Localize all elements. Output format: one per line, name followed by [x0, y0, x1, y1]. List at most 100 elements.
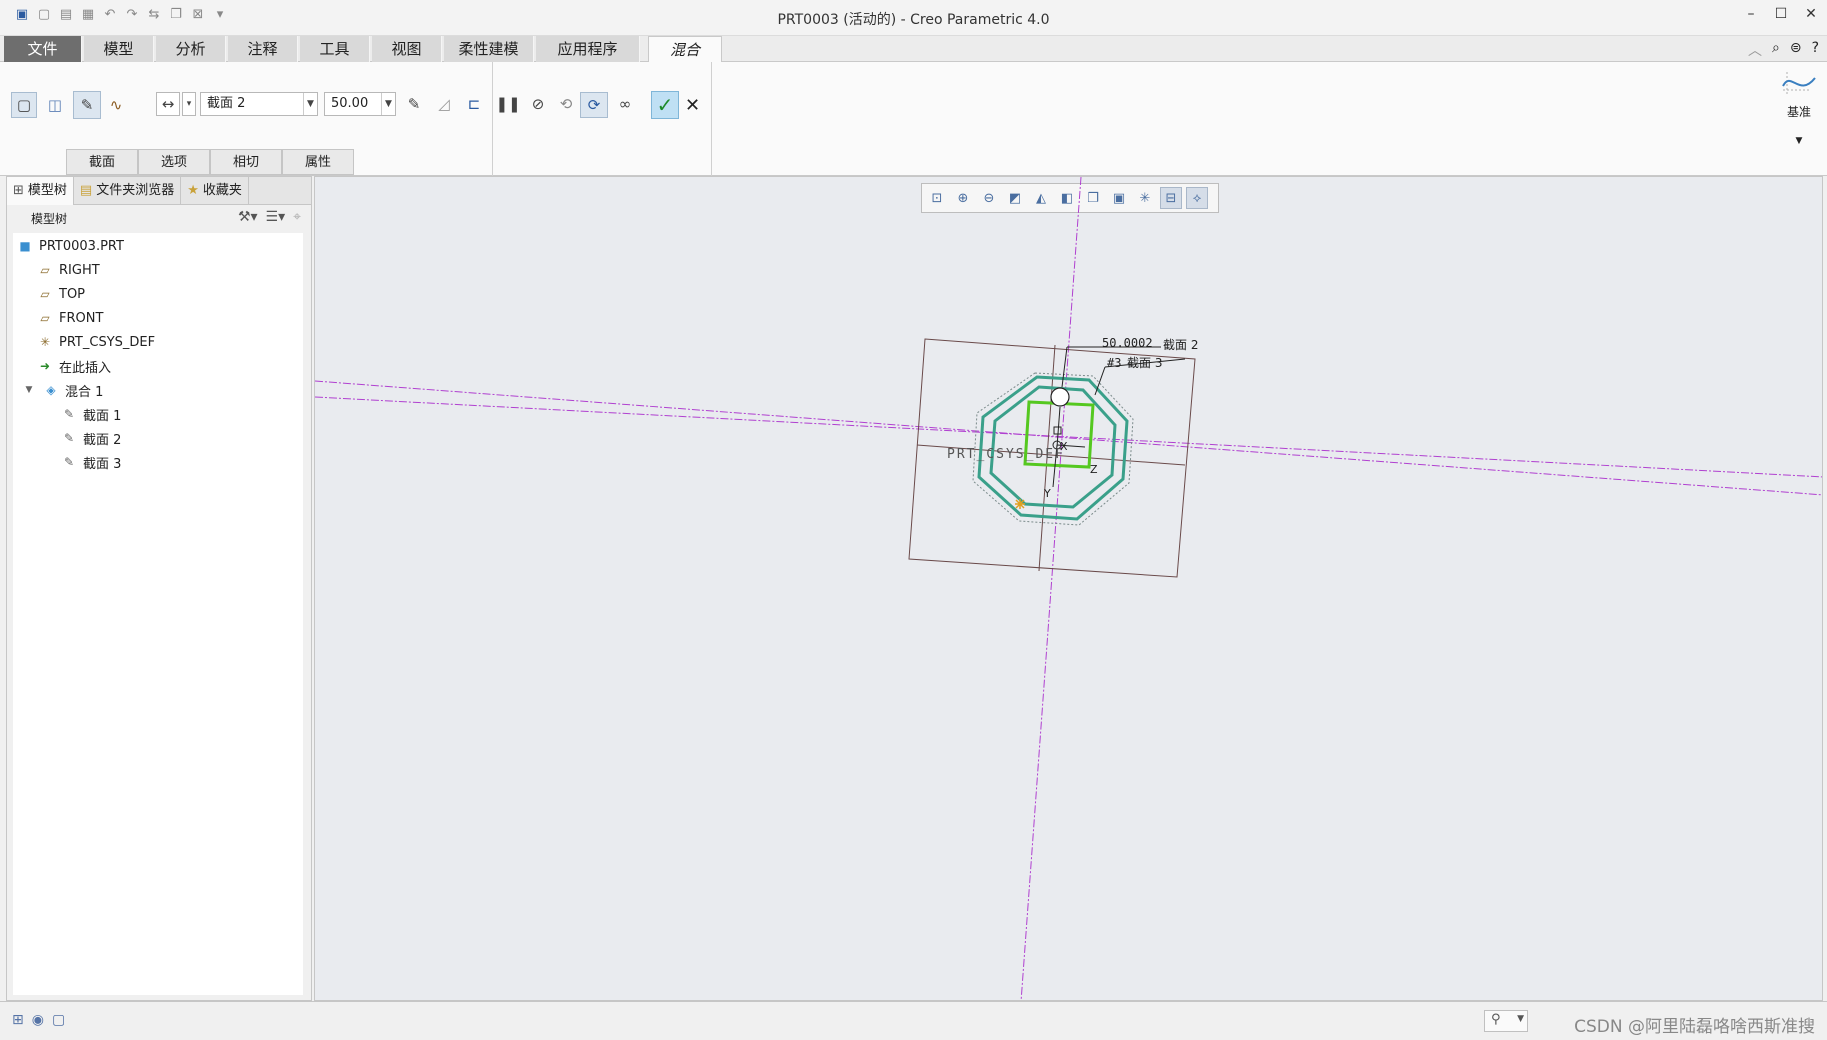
attached-preview-icon[interactable]: ⟲	[554, 92, 578, 116]
tree-item-label: 截面 3	[83, 456, 122, 472]
subtab-tangency[interactable]: 相切	[210, 149, 282, 175]
tree-item-csys[interactable]: ✳ PRT_CSYS_DEF	[37, 331, 155, 353]
section-start-point-icon	[1015, 499, 1025, 509]
expand-chevron-icon[interactable]: ▼	[21, 383, 37, 397]
tree-item-label: 在此插入	[59, 360, 112, 376]
cancel-x-icon[interactable]: ✕	[685, 95, 700, 116]
tab-folder-browser-label: 文件夹浏览器	[96, 183, 175, 198]
graphics-window[interactable]: ⊡ ⊕ ⊖ ◩ ◭ ◧ ❐ ▣ ✳ ⊟ ⟡ 50.0002 截面 2 #3 截面…	[314, 176, 1823, 1001]
chevron-down-icon: ▼	[1517, 1014, 1524, 1024]
tree-item-right[interactable]: ▱ RIGHT	[37, 259, 99, 281]
tree-settings-icon[interactable]: ⚒▾	[238, 209, 258, 225]
dimension-leader	[1061, 346, 1068, 388]
status-icons: ⊞ ◉ ▢	[12, 1012, 65, 1028]
offset-type-dropdown-icon[interactable]: ▾	[182, 92, 196, 116]
tab-model-tree[interactable]: ⊞ 模型树	[7, 177, 74, 205]
datum-group[interactable]: 基准 ▼	[1776, 68, 1822, 146]
datum-plane-icon: ▱	[40, 311, 50, 325]
tab-applications[interactable]: 应用程序	[536, 36, 640, 62]
ribbon-right-controls: ︿ ⌕ ⊜ ?	[1748, 40, 1819, 60]
dimension-offset-icon[interactable]: ↔	[156, 92, 180, 116]
tree-item-part[interactable]: ■ PRT0003.PRT	[17, 235, 124, 257]
tree-item-label: PRT0003.PRT	[39, 238, 124, 254]
community-icon[interactable]: ⊜	[1790, 40, 1802, 60]
section-select[interactable]: 截面 2 ▼	[200, 92, 318, 116]
minimize-icon[interactable]: –	[1743, 6, 1759, 22]
trim-surface-icon[interactable]: ◿	[432, 92, 456, 116]
close-icon[interactable]: ✕	[1803, 6, 1819, 22]
chevron-down-icon[interactable]: ▼	[381, 93, 395, 115]
tree-show-icon[interactable]: ☰▾	[266, 209, 286, 225]
tab-blend[interactable]: 混合	[648, 36, 722, 63]
favorites-icon: ★	[187, 183, 199, 198]
offset-value-input[interactable]: 50.00 ▼	[324, 92, 396, 116]
tab-favorites[interactable]: ★ 收藏夹	[181, 177, 249, 205]
thin-feature-icon[interactable]: ⊏	[462, 92, 486, 116]
tree-item-blend[interactable]: ▼ ◈ 混合 1	[21, 379, 104, 401]
full-screen-icon[interactable]: ▢	[52, 1012, 65, 1028]
ribbon-tab-bar: 文件 模型 分析 注释 工具 视图 柔性建模 应用程序 混合 ︿ ⌕ ⊜ ?	[0, 36, 1827, 63]
datum-axis-line	[1020, 177, 1082, 1000]
tab-model[interactable]: 模型	[84, 36, 154, 62]
sketch-edit-icon[interactable]: ✎	[402, 92, 426, 116]
tab-view[interactable]: 视图	[372, 36, 442, 62]
tab-folder-browser[interactable]: ▤ 文件夹浏览器	[74, 177, 182, 205]
ribbon-separator	[711, 62, 712, 176]
dynamic-preview-icon[interactable]: ⟳	[580, 92, 608, 118]
collapse-ribbon-icon[interactable]: ︿	[1748, 40, 1762, 60]
tree-item-section-1[interactable]: ✎ 截面 1	[61, 403, 121, 425]
navigator-toggle-icon[interactable]: ⊞	[12, 1012, 24, 1028]
watermark-text: CSDN @阿里陆磊咯啥西斯准搜	[1574, 1017, 1815, 1037]
subtab-sections[interactable]: 截面	[66, 149, 138, 175]
tab-tools[interactable]: 工具	[300, 36, 370, 62]
sketch-icon: ✎	[63, 455, 75, 469]
csys-y-label: Y	[1043, 487, 1051, 500]
tree-item-label: TOP	[59, 286, 86, 302]
datum-curve-icon	[1782, 72, 1816, 94]
tree-item-top[interactable]: ▱ TOP	[37, 283, 85, 305]
blend-ribbon: ▢ ◫ ✎ ∿ ↔ ▾ 截面 2 ▼ 50.00 ▼ ✎ ◿ ⊏ ❚❚ ⊘ ⟲ …	[0, 62, 1827, 176]
csys-label: PRT_CSYS_DEF	[947, 447, 1065, 462]
insert-here-arrow-icon: ➜	[39, 359, 51, 373]
window-title: PRT0003 (活动的) - Creo Parametric 4.0	[777, 12, 1050, 28]
tab-annotate[interactable]: 注释	[228, 36, 298, 62]
pause-icon[interactable]: ❚❚	[495, 92, 520, 116]
browser-toggle-icon[interactable]: ◉	[32, 1012, 44, 1028]
ok-check-icon[interactable]: ✓	[651, 91, 679, 119]
smart-filter-dropdown[interactable]: ⚲ ▼	[1484, 1010, 1528, 1032]
selected-sections-icon[interactable]: ∿	[103, 92, 129, 118]
chevron-down-icon[interactable]: ▼	[303, 93, 317, 115]
help-icon[interactable]: ?	[1812, 40, 1819, 60]
verify-mode-icon[interactable]: ∞	[612, 92, 638, 116]
tree-item-label: 截面 2	[83, 432, 122, 448]
ribbon-separator	[492, 62, 493, 176]
tab-flexible-modeling[interactable]: 柔性建模	[444, 36, 534, 62]
subtab-options[interactable]: 选项	[138, 149, 210, 175]
sketched-sections-icon[interactable]: ✎	[73, 91, 101, 119]
subtab-properties[interactable]: 属性	[282, 149, 354, 175]
start-point-marker	[1050, 387, 1070, 407]
maximize-icon[interactable]: ☐	[1773, 6, 1789, 22]
tree-item-label: 截面 1	[83, 408, 122, 424]
tree-item-front[interactable]: ▱ FRONT	[37, 307, 103, 329]
surface-icon[interactable]: ◫	[42, 92, 68, 118]
tree-item-section-2[interactable]: ✎ 截面 2	[61, 427, 121, 449]
tree-header-tools: ⚒▾ ☰▾ ⌖	[238, 209, 301, 225]
dimension-count-label: #3	[1107, 356, 1121, 370]
tree-filter-icon[interactable]: ⌖	[293, 209, 301, 225]
chevron-down-icon[interactable]: ▼	[1776, 136, 1822, 146]
solid-icon[interactable]: ▢	[11, 92, 37, 118]
dimension-value-label: 50.0002	[1102, 336, 1153, 350]
model-tree: ■ PRT0003.PRT ▱ RIGHT ▱ TOP ▱ FRONT ✳ PR…	[13, 233, 303, 995]
search-icon[interactable]: ⌕	[1772, 40, 1780, 60]
tree-item-section-3[interactable]: ✎ 截面 3	[61, 451, 121, 473]
navigator-panel: ⊞ 模型树 ▤ 文件夹浏览器 ★ 收藏夹 模型树 ⚒▾ ☰▾ ⌖ ■ PRT00…	[6, 176, 312, 1001]
tab-file[interactable]: 文件	[4, 36, 82, 62]
tab-analysis[interactable]: 分析	[156, 36, 226, 62]
title-bar: ▣ ▢ ▤ ▦ ↶ ↷ ⇆ ❐ ⊠ ▾ PRT0003 (活动的) - Creo…	[0, 0, 1827, 36]
status-bar: ⊞ ◉ ▢ ⚲ ▼ CSDN @阿里陆磊咯啥西斯准搜	[0, 1001, 1827, 1040]
model-tree-icon: ⊞	[13, 183, 24, 198]
tree-item-insert-here[interactable]: ➜ 在此插入	[37, 355, 111, 377]
tree-item-label: 混合 1	[65, 384, 104, 400]
no-preview-icon[interactable]: ⊘	[526, 92, 550, 116]
